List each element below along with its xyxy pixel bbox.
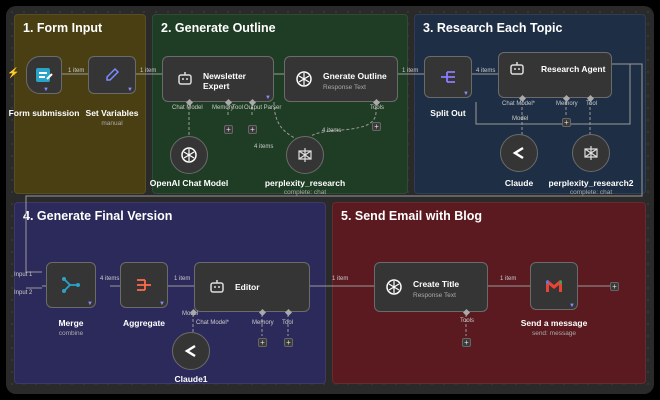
set-variables-sub: manual <box>101 120 123 127</box>
add-tool-button[interactable]: + <box>248 125 257 134</box>
edge-label: 4 items <box>254 144 274 150</box>
pin-icon: ▼ <box>463 91 469 97</box>
merge-node[interactable]: ▼ <box>46 262 96 308</box>
generate-outline-sub: Response Text <box>323 84 366 91</box>
port-memory: Memory <box>556 101 578 107</box>
pin-icon: ▼ <box>569 303 575 309</box>
claude1-node[interactable] <box>172 332 210 370</box>
claude1-label: Claude1 <box>174 374 208 384</box>
create-title-label: Create Title <box>413 279 460 289</box>
openai-icon <box>386 279 402 295</box>
add-tools-button[interactable]: + <box>372 122 381 131</box>
port-model: Model <box>512 116 529 122</box>
port-chat-model: Chat Model* <box>196 320 230 326</box>
form-submission-node[interactable]: ▼ <box>26 56 62 94</box>
openai-icon <box>181 147 197 163</box>
add-memory-button[interactable]: + <box>224 125 233 134</box>
pin-icon: ▼ <box>265 95 271 101</box>
edge-label: 1 item <box>332 276 349 282</box>
set-variables-node[interactable]: ▼ <box>88 56 136 94</box>
pin-icon: ▼ <box>87 301 93 307</box>
send-message-sub: send: message <box>531 330 577 337</box>
perplexity-research-label: perplexity_research <box>264 178 346 188</box>
send-message-label: Send a message <box>520 318 588 328</box>
add-memory-button[interactable]: + <box>562 118 571 127</box>
robot-icon <box>510 62 524 75</box>
workflow-canvas[interactable]: 1. Form Input 2. Generate Outline 3. Res… <box>6 6 654 394</box>
generate-outline-node[interactable]: Gnerate Outline Response Text <box>284 56 398 102</box>
perplexity-research-sub: complete: chat <box>283 189 327 196</box>
editor-node[interactable]: Editor <box>194 262 310 312</box>
pin-icon: ▼ <box>159 301 165 307</box>
edge-label: 4 items <box>322 128 342 134</box>
claude-label: Claude <box>504 178 534 188</box>
set-variables-label: Set Variables <box>85 108 139 118</box>
split-out-node[interactable]: ▼ <box>424 56 472 98</box>
port-tools: Tools <box>370 105 385 111</box>
port-chat-model: Chat Model* <box>502 101 536 107</box>
split-out-label: Split Out <box>430 108 466 118</box>
port-tool: Tool <box>232 105 244 111</box>
edge-label: 1 item <box>140 68 157 74</box>
port-memory: Memory <box>252 320 274 326</box>
generate-outline-label: Gnerate Outline <box>323 71 387 81</box>
port-input-2: Input 2 <box>14 290 33 296</box>
claude-icon <box>184 344 196 358</box>
merge-sub: combine <box>58 330 84 337</box>
perplexity-research2-sub: complete: chat <box>569 189 613 196</box>
perplexity-icon <box>584 146 598 160</box>
port-tool: Tool <box>282 320 294 326</box>
add-memory-button[interactable]: + <box>258 338 267 347</box>
pencil-icon <box>106 67 120 81</box>
aggregate-icon <box>137 279 151 291</box>
gmail-icon <box>546 280 562 292</box>
edge-label: 4 items <box>100 276 120 282</box>
openai-chat-model-node[interactable] <box>170 136 208 174</box>
pin-icon: ▼ <box>43 87 49 93</box>
create-title-sub: Response Text <box>413 292 456 299</box>
claude-icon <box>512 146 524 160</box>
openai-chat-model-label: OpenAI Chat Model <box>149 178 229 188</box>
form-icon <box>36 68 53 82</box>
claude-node[interactable] <box>500 134 538 172</box>
research-agent-label: Research Agent <box>541 64 606 74</box>
port-tools: Tools <box>460 318 475 324</box>
port-input-1: Input 1 <box>14 272 33 278</box>
robot-icon <box>178 72 192 85</box>
port-output-parser: Output Parser <box>244 105 282 111</box>
merge-icon <box>62 277 80 293</box>
openai-icon <box>296 71 312 87</box>
newsletter-expert-node[interactable]: Newsletter Expert ▼ <box>162 56 274 102</box>
edge-label: 4 items <box>476 68 496 74</box>
edge-label: 1 item <box>402 68 419 74</box>
perplexity-research2-label: perplexity_research2 <box>548 178 634 188</box>
perplexity-icon <box>298 148 312 162</box>
aggregate-node[interactable]: ▼ <box>120 262 168 308</box>
add-tools-button[interactable]: + <box>462 338 471 347</box>
port-memory: Memory <box>212 105 234 111</box>
pin-icon: ▼ <box>127 87 133 93</box>
add-tool-button[interactable]: + <box>284 338 293 347</box>
robot-icon <box>210 280 224 293</box>
newsletter-expert-label: Newsletter Expert <box>203 71 246 91</box>
edge-label: 1 item <box>174 276 191 282</box>
form-submission-label: Form submission <box>8 108 80 118</box>
research-agent-node[interactable]: Research Agent <box>498 52 612 98</box>
split-icon <box>441 71 455 83</box>
perplexity-research-node[interactable] <box>286 136 324 174</box>
send-message-node[interactable]: ▼ <box>530 262 578 310</box>
aggregate-label: Aggregate <box>122 318 166 328</box>
port-tool: Tool <box>586 101 598 107</box>
perplexity-research2-node[interactable] <box>572 134 610 172</box>
edge-label: 1 item <box>500 276 517 282</box>
create-title-node[interactable]: Create Title Response Text <box>374 262 488 312</box>
merge-label: Merge <box>58 318 84 328</box>
editor-label: Editor <box>235 282 260 292</box>
port-chat-model: Chat Model <box>172 105 203 111</box>
add-node-button[interactable]: + <box>610 282 619 291</box>
edge-label: 1 item <box>68 68 85 74</box>
trigger-bolt-icon: ⚡ <box>7 68 20 79</box>
